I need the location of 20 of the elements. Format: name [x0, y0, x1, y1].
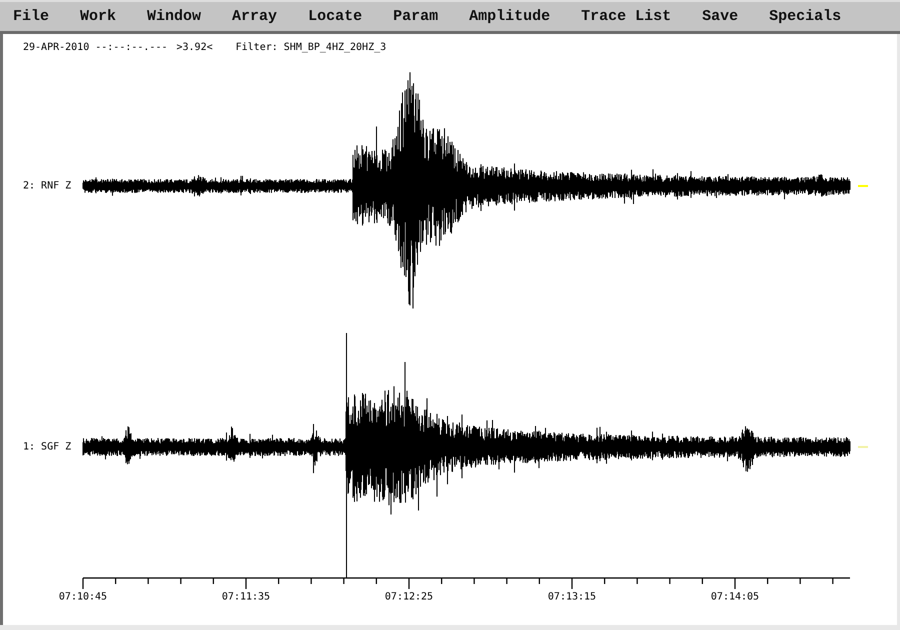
menu-item[interactable]: Save — [698, 8, 742, 26]
time-label: 07:10:45 — [58, 592, 108, 602]
menu-item[interactable]: Work — [76, 8, 120, 26]
menu-item[interactable]: File — [9, 8, 54, 26]
time-label: 07:12:25 — [384, 592, 434, 602]
time-label: 07:11:35 — [222, 592, 270, 602]
menu-item[interactable]: Amplitude — [465, 8, 554, 26]
trace-label: 1: SGF Z — [23, 442, 72, 452]
menu-item[interactable]: Window — [143, 8, 206, 26]
menu-item[interactable]: Locate — [304, 8, 366, 26]
time-label: 07:14:05 — [710, 592, 760, 602]
menu-item[interactable]: Trace List — [577, 8, 676, 26]
time-label: 07:13:15 — [548, 592, 596, 602]
date-time-text: 29-APR-2010 --:--:--.--- — [23, 40, 168, 54]
menu-item[interactable]: Param — [389, 8, 442, 26]
filter-text: Filter: SHM_BP_4HZ_20HZ_3 — [236, 40, 386, 54]
menu-item[interactable]: Array — [228, 8, 282, 26]
trace-label: 2: RNF Z — [23, 180, 72, 192]
menu-item[interactable]: Specials — [765, 8, 846, 26]
reading-text: >3.92< — [176, 40, 213, 54]
